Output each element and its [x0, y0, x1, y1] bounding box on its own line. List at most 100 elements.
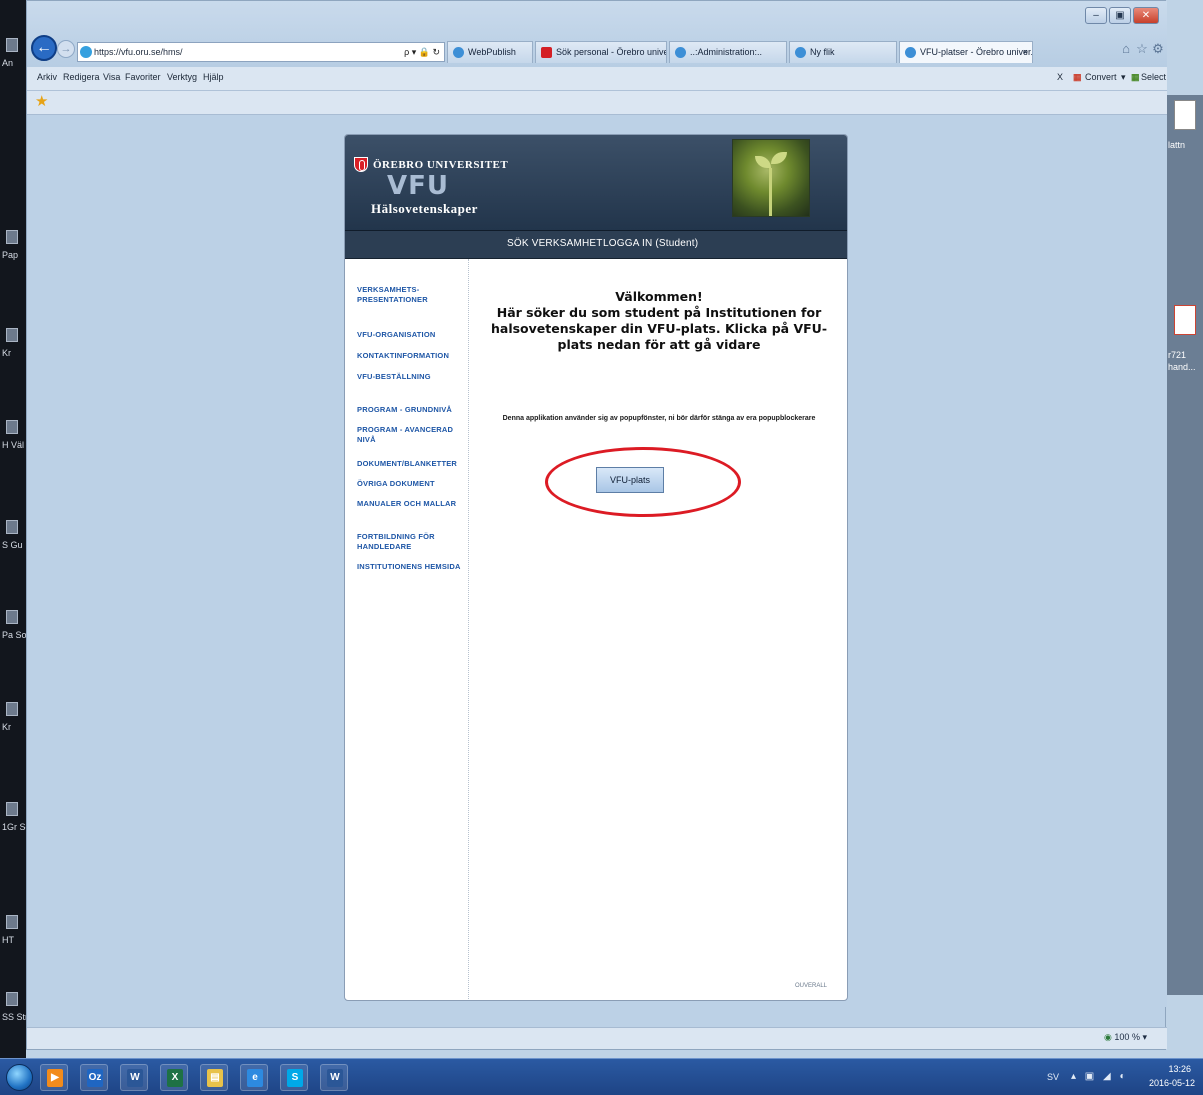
ie-icon — [795, 47, 806, 58]
tab-label: VFU-platser - Örebro univer... — [920, 47, 1033, 57]
zoom-dropdown-icon[interactable]: ▾ — [1142, 1032, 1147, 1042]
taskbar-app[interactable]: S — [280, 1064, 308, 1091]
pdf-document-icon[interactable] — [1174, 305, 1196, 335]
sidebar-item-ovriga-dokument[interactable]: ÖVRIGA DOKUMENT — [357, 479, 469, 489]
vfu-plats-button[interactable]: VFU-plats — [596, 467, 664, 493]
desktop: An Pap Kr H Väl S Gu Pa So Kr 1Gr Sök HT SS Str l… — [0, 0, 1203, 1095]
desktop-label: HT — [2, 935, 14, 945]
taskbar-app[interactable]: W — [320, 1064, 348, 1091]
close-tab-icon[interactable]: × — [1023, 42, 1028, 63]
sidebar-item-fortbildning[interactable]: FORTBILDNING FÖR HANDLEDARE — [357, 532, 453, 552]
favorites-star-icon[interactable]: ☆ — [1135, 42, 1149, 56]
gear-icon[interactable]: ⚙ — [1151, 42, 1165, 56]
tab-label: WebPublish — [468, 47, 516, 57]
menu-arkiv[interactable]: Arkiv — [37, 72, 57, 82]
welcome-text: Här söker du som student på Institutione… — [490, 305, 828, 352]
desktop-shortcut-icon[interactable] — [6, 610, 18, 624]
desktop-label: Pap — [2, 250, 19, 260]
sidebar-item-vfu-bestallning[interactable]: VFU-BESTÄLLNING — [357, 372, 469, 382]
address-bar[interactable]: https://vfu.oru.se/hms/ ρ ▾ 🔒 ↻ — [77, 42, 445, 62]
university-name: ÖREBRO UNIVERSITET — [373, 159, 509, 171]
tab-sok-personal[interactable]: Sök personal - Örebro universi... — [535, 41, 667, 63]
favorites-add-icon[interactable]: ★ — [35, 94, 48, 110]
restore-button[interactable]: ▣ — [1109, 7, 1131, 24]
tab-vfu-platser[interactable]: VFU-platser - Örebro univer... × — [899, 41, 1033, 63]
desktop-shortcut-icon[interactable] — [6, 802, 18, 816]
desktop-shortcut-icon[interactable] — [6, 38, 18, 52]
tray-icons[interactable]: ▴ ▣ ◢ ◐ — [1071, 1071, 1129, 1082]
sidebar-item-dokument-blanketter[interactable]: DOKUMENT/BLANKETTER — [357, 459, 469, 469]
sidebar-item-verksamhetspresentationer[interactable]: VERKSAMHETS-PRESENTATIONER — [357, 285, 429, 305]
favorites-bar: ★ — [27, 91, 1167, 115]
tab-ny-flik[interactable]: Ny flik — [789, 41, 897, 63]
taskbar-app[interactable]: e — [240, 1064, 268, 1091]
desktop-shortcut-icon[interactable] — [6, 420, 18, 434]
select-button[interactable]: Select — [1141, 72, 1166, 82]
desktop-label: Pa So — [2, 630, 26, 640]
sprout-leaf — [771, 152, 787, 164]
tab-label: Ny flik — [810, 47, 835, 57]
welcome-heading: Välkommen! — [615, 289, 703, 304]
desktop-shortcut-icon[interactable] — [6, 230, 18, 244]
start-button[interactable] — [6, 1064, 33, 1091]
desktop-left-icons: An Pap Kr H Väl S Gu Pa So Kr 1Gr Sök HT SS Str — [0, 0, 26, 1060]
back-button[interactable]: ← — [31, 35, 57, 61]
minimize-button[interactable]: – — [1085, 7, 1107, 24]
clock-date[interactable]: 2016-05-12 — [1149, 1078, 1195, 1088]
zoom-level[interactable]: ◉ 100 % ▾ — [1104, 1032, 1147, 1043]
word-icon-2: W — [327, 1069, 343, 1087]
nav-logga-in[interactable]: LOGGA IN (Student) — [603, 238, 698, 249]
menu-verktyg[interactable]: Verktyg — [167, 72, 197, 82]
language-indicator[interactable]: SV — [1047, 1072, 1059, 1082]
menu-favoriter[interactable]: Favoriter — [125, 72, 161, 82]
clock-time[interactable]: 13:26 — [1168, 1064, 1191, 1074]
tab-label: ..:Administration:.. — [690, 47, 763, 57]
site-sidebar: VERKSAMHETS-PRESENTATIONER VFU-ORGANISAT… — [345, 259, 469, 1000]
taskbar-app[interactable]: X — [160, 1064, 188, 1091]
popup-note: Denna applikation använder sig av popupf… — [502, 415, 816, 422]
nav-sok-verksamhet[interactable]: SÖK VERKSAMHET — [507, 238, 603, 249]
home-icon[interactable]: ⌂ — [1119, 42, 1133, 56]
taskbar-app[interactable]: ▶ — [40, 1064, 68, 1091]
desktop-label: SS Str — [2, 1012, 26, 1022]
taskbar-app[interactable]: ▤ — [200, 1064, 228, 1091]
toolbar-close-x[interactable]: X — [1057, 72, 1063, 82]
desktop-shortcut-icon[interactable] — [6, 702, 18, 716]
system-tray: SV ▴ ▣ ◢ ◐ 13:26 2016-05-12 — [1047, 1059, 1197, 1095]
site-title: VFU — [387, 171, 449, 201]
menu-visa[interactable]: Visa — [103, 72, 120, 82]
forward-button[interactable]: → — [57, 40, 75, 58]
desktop-label: lattn — [1168, 140, 1186, 150]
taskbar-app[interactable]: W — [120, 1064, 148, 1091]
internet-explorer-icon: e — [247, 1069, 263, 1087]
convert-button[interactable]: Convert — [1085, 72, 1117, 82]
menu-bar: Arkiv Redigera Visa Favoriter Verktyg Hj… — [27, 67, 1167, 91]
sidebar-item-institutionens-hemsida[interactable]: INSTITUTIONENS HEMSIDA — [357, 562, 469, 572]
status-bar: ◉ 100 % ▾ — [27, 1027, 1167, 1049]
close-window-button[interactable]: ✕ — [1133, 7, 1159, 24]
desktop-shortcut-icon[interactable] — [6, 992, 18, 1006]
convert-icon: ▦ — [1073, 72, 1082, 82]
convert-dropdown-icon[interactable]: ▾ — [1121, 72, 1126, 83]
tab-administration[interactable]: ..:Administration:.. — [669, 41, 787, 63]
ie-icon — [80, 46, 92, 58]
menu-hjalp[interactable]: Hjälp — [203, 72, 224, 82]
oru-icon — [541, 47, 552, 58]
sidebar-item-manualer-och-mallar[interactable]: MANUALER OCH MALLAR — [357, 499, 469, 509]
document-icon[interactable] — [1174, 100, 1196, 130]
sidebar-item-vfu-organisation[interactable]: VFU-ORGANISATION — [357, 330, 469, 340]
desktop-shortcut-icon[interactable] — [6, 328, 18, 342]
desktop-shortcut-icon[interactable] — [6, 915, 18, 929]
desktop-shortcut-icon[interactable] — [6, 520, 18, 534]
site-nav: SÖK VERKSAMHET LOGGA IN (Student) — [345, 231, 847, 259]
sidebar-item-program-grundniva[interactable]: PROGRAM - GRUNDNIVÅ — [357, 405, 469, 415]
tab-webpublish[interactable]: WebPublish — [447, 41, 533, 63]
menu-redigera[interactable]: Redigera — [63, 72, 100, 82]
taskbar-app[interactable]: Oz — [80, 1064, 108, 1091]
zoom-value: 100 % — [1114, 1032, 1140, 1042]
address-tools[interactable]: ρ ▾ 🔒 ↻ — [404, 43, 440, 61]
desktop-label: Kr — [2, 348, 11, 358]
sidebar-item-program-avancerad[interactable]: PROGRAM - AVANCERAD NIVÅ — [357, 425, 469, 445]
sidebar-item-kontaktinformation[interactable]: KONTAKTINFORMATION — [357, 351, 469, 361]
welcome-message: Välkommen! Här söker du som student på I… — [479, 289, 839, 353]
